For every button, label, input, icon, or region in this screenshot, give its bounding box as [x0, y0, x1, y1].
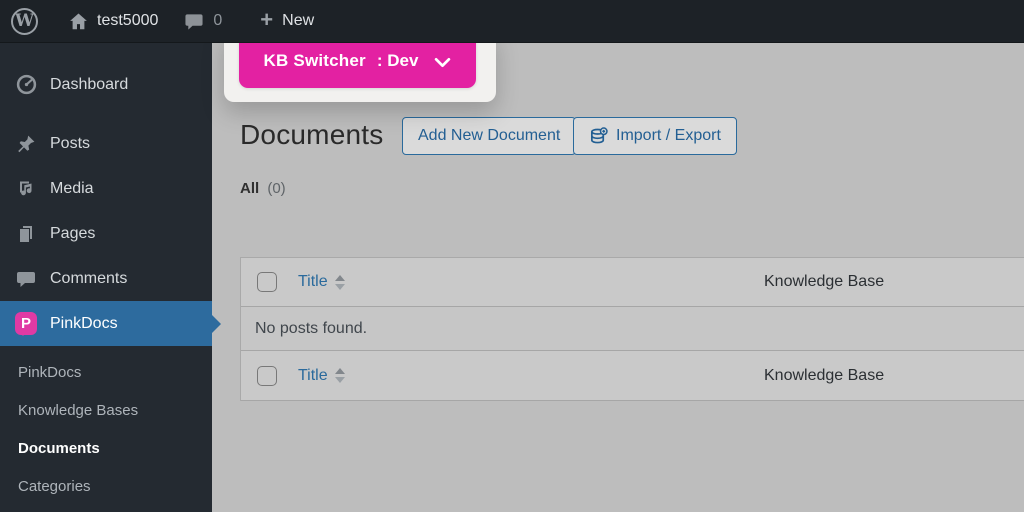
- new-content-menu[interactable]: + New: [247, 0, 327, 42]
- wordpress-admin-screen: W test5000 0 + New Dashboard Posts Media…: [0, 0, 1024, 512]
- select-all-checkbox[interactable]: [257, 272, 277, 292]
- import-export-button[interactable]: Import / Export: [573, 117, 737, 155]
- pinkdocs-submenu: PinkDocs Knowledge Bases Documents Categ…: [0, 346, 212, 505]
- submenu-item-pinkdocs[interactable]: PinkDocs: [0, 353, 212, 391]
- submenu-item-documents[interactable]: Documents: [0, 429, 212, 467]
- sort-by-title[interactable]: Title: [298, 273, 345, 291]
- sidebar-item-pages[interactable]: Pages: [0, 211, 212, 256]
- new-label: New: [282, 12, 315, 29]
- sidebar-item-label: Comments: [50, 269, 128, 287]
- site-name-label: test5000: [97, 12, 159, 29]
- comments-menu[interactable]: 0: [171, 0, 235, 42]
- knowledge-base-column-footer: Knowledge Base: [764, 366, 885, 384]
- current-menu-arrow: [212, 314, 221, 333]
- knowledge-base-column-header: Knowledge Base: [764, 273, 885, 290]
- kb-switcher-label: KB Switcher: [263, 51, 366, 70]
- menu-separator: [0, 107, 212, 121]
- sidebar-item-label: Posts: [50, 134, 91, 152]
- pinkdocs-logo-icon: P: [15, 312, 37, 336]
- empty-message: No posts found.: [255, 319, 368, 337]
- sidebar-item-label: Dashboard: [50, 75, 129, 93]
- add-new-document-button[interactable]: Add New Document: [402, 117, 577, 155]
- sort-arrows-icon: [334, 368, 345, 383]
- list-filter: All (0): [240, 180, 286, 197]
- home-icon: [70, 13, 87, 29]
- filter-all-link[interactable]: All: [240, 180, 259, 197]
- filter-all-count: (0): [267, 180, 286, 197]
- comment-count-badge: 0: [213, 12, 223, 29]
- sort-by-title-footer[interactable]: Title: [298, 367, 345, 385]
- comments-bubble-icon: [15, 269, 37, 289]
- pushpin-icon: [15, 134, 37, 154]
- media-note-icon: [15, 179, 37, 199]
- sidebar-item-label: Pages: [50, 224, 96, 242]
- sidebar-item-label: Media: [50, 179, 94, 197]
- table-row: No posts found.: [241, 307, 1024, 351]
- sidebar-item-label: PinkDocs: [50, 314, 118, 332]
- documents-table: Title Knowledge Base No posts found. Tit…: [240, 257, 1024, 401]
- comment-bubble-icon: [185, 13, 203, 30]
- sidebar-item-media[interactable]: Media: [0, 166, 212, 211]
- admin-sidebar: Dashboard Posts Media Pages Comments P P…: [0, 43, 221, 512]
- chevron-down-icon: [435, 57, 451, 67]
- sidebar-item-comments[interactable]: Comments: [0, 256, 212, 301]
- plus-icon: +: [260, 7, 274, 32]
- sidebar-item-pinkdocs[interactable]: P PinkDocs: [0, 301, 221, 346]
- pages-icon: [15, 224, 37, 244]
- sort-arrows-icon: [334, 274, 345, 290]
- table-header-row: Title Knowledge Base: [241, 258, 1024, 307]
- admin-menu: Dashboard Posts Media Pages Comments P P…: [0, 43, 221, 505]
- page-title: Documents: [240, 119, 384, 150]
- admin-bar: W test5000 0 + New: [0, 0, 1024, 43]
- submenu-item-categories[interactable]: Categories: [0, 467, 212, 505]
- table-footer-row: Title Knowledge Base: [241, 351, 1024, 401]
- sidebar-item-dashboard[interactable]: Dashboard: [0, 62, 212, 107]
- sidebar-item-posts[interactable]: Posts: [0, 121, 212, 166]
- kb-switcher-value: : Dev: [376, 51, 419, 70]
- select-all-checkbox-footer[interactable]: [257, 365, 277, 386]
- submenu-item-knowledge-bases[interactable]: Knowledge Bases: [0, 391, 212, 429]
- site-name-menu[interactable]: test5000: [56, 0, 171, 42]
- database-icon: [590, 126, 608, 143]
- dashboard-gauge-icon: [15, 74, 37, 95]
- wordpress-logo-icon[interactable]: W: [11, 7, 38, 35]
